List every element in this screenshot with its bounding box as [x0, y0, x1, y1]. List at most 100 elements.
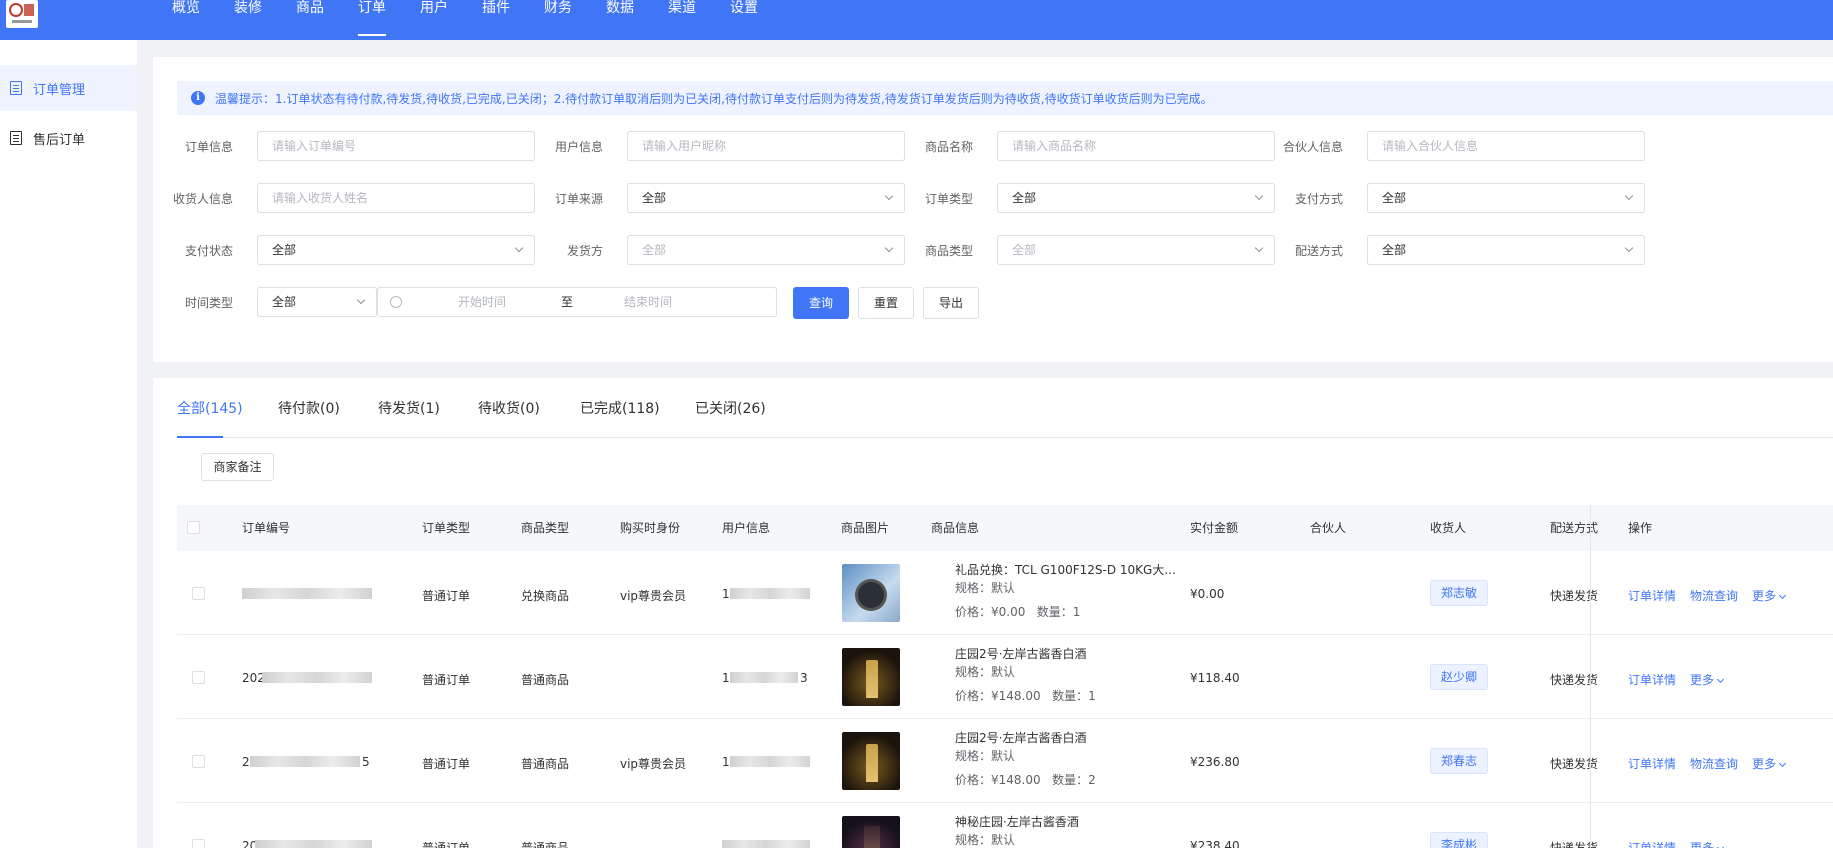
product-type-select[interactable]: 全部: [997, 235, 1275, 265]
row-checkbox[interactable]: [192, 839, 205, 848]
order-info-input[interactable]: 请输入订单编号: [257, 131, 535, 161]
product-name[interactable]: 庄园2号·左岸古酱香白酒: [955, 645, 1086, 662]
user-info-masked: [730, 588, 810, 599]
product-type: 普通商品: [521, 757, 570, 771]
chevron-down-icon: [1254, 191, 1264, 201]
sidebar-item-label: 订单管理: [33, 82, 86, 98]
select-all-checkbox[interactable]: [187, 521, 200, 534]
receiver-tag[interactable]: 郑志敏: [1430, 580, 1489, 606]
product-type: 普通商品: [521, 841, 570, 848]
chevron-down-icon: [884, 243, 894, 253]
pay-status-label: 支付状态: [184, 244, 233, 258]
row-checkbox[interactable]: [192, 755, 205, 768]
delivery-method-select[interactable]: 全部: [1367, 235, 1645, 265]
order-detail-link[interactable]: 订单详情: [1628, 755, 1676, 772]
order-source-select[interactable]: 全部: [627, 183, 905, 213]
active-tab-indicator: [177, 436, 223, 438]
product-image[interactable]: [842, 648, 900, 706]
nav-item-data[interactable]: 数据: [589, 0, 651, 40]
nav-item-overview[interactable]: 概览: [155, 0, 217, 40]
tab-closed[interactable]: 已关闭(26): [695, 398, 766, 418]
order-detail-link[interactable]: 订单详情: [1628, 587, 1676, 604]
nav-item-plugins[interactable]: 插件: [465, 0, 527, 40]
time-type-select[interactable]: 全部: [257, 287, 377, 317]
nav-item-settings[interactable]: 设置: [713, 0, 775, 40]
product-type: 普通商品: [521, 673, 570, 687]
chevron-down-icon: [1716, 675, 1725, 684]
table-row: 2 5 普通订单 普通商品 vip尊贵会员 1 庄园2号·左岸古酱香白酒 规格：…: [177, 719, 1833, 803]
receiver-tag[interactable]: 郑春志: [1430, 748, 1489, 774]
nav-item-channels[interactable]: 渠道: [651, 0, 713, 40]
product-image[interactable]: [842, 564, 900, 622]
user-info-prefix: 1: [722, 671, 730, 685]
nav-item-orders[interactable]: 订单: [341, 0, 403, 40]
nav-item-decoration[interactable]: 装修: [217, 0, 279, 40]
th-user-info: 用户信息: [722, 521, 771, 535]
pay-method-select[interactable]: 全部: [1367, 183, 1645, 213]
chevron-down-icon: [1254, 243, 1264, 253]
pay-status-select[interactable]: 全部: [257, 235, 535, 265]
product-type: 兑换商品: [521, 589, 570, 603]
product-type-label: 商品类型: [924, 244, 973, 258]
more-dropdown[interactable]: 更多: [1752, 755, 1787, 772]
user-info-masked: [730, 756, 810, 767]
status-tabs: 全部(145) 待付款(0) 待发货(1) 待收货(0) 已完成(118) 已关…: [177, 378, 1833, 438]
tab-pending-receipt[interactable]: 待收货(0): [478, 398, 540, 418]
range-separator: 至: [561, 295, 574, 309]
user-info-prefix: 1: [722, 587, 730, 601]
export-button[interactable]: 导出: [923, 287, 979, 319]
nav-item-users[interactable]: 用户: [403, 0, 465, 40]
order-detail-link[interactable]: 订单详情: [1628, 671, 1676, 688]
chevron-down-icon: [1624, 243, 1634, 253]
end-time-input[interactable]: 结束时间: [624, 288, 672, 316]
logistics-query-link[interactable]: 物流查询: [1690, 755, 1738, 772]
product-name[interactable]: 庄园2号·左岸古酱香白酒: [955, 729, 1086, 746]
tab-completed[interactable]: 已完成(118): [580, 398, 660, 418]
main-nav: 概览 装修 商品 订单 用户 插件 财务 数据 渠道 设置: [155, 0, 775, 40]
tip-text: 温馨提示：1.订单状态有待付款,待发货,待收货,已完成,已关闭；2.待付款订单取…: [215, 91, 1213, 106]
product-name[interactable]: 礼品兑换：TCL G100F12S-D 10KG大...: [955, 561, 1176, 578]
product-price-qty: 价格：¥148.00 数量：1: [955, 689, 1096, 703]
th-product-info: 商品信息: [931, 521, 980, 535]
order-type: 普通订单: [422, 841, 471, 848]
user-info-input[interactable]: 请输入用户昵称: [627, 131, 905, 161]
tab-all[interactable]: 全部(145): [177, 398, 243, 418]
partner-info-input[interactable]: 请输入合伙人信息: [1367, 131, 1645, 161]
order-detail-link[interactable]: 订单详情: [1628, 839, 1676, 848]
receiver-tag[interactable]: 李成彬: [1430, 832, 1489, 848]
user-info-prefix: 1: [722, 755, 730, 769]
more-dropdown[interactable]: 更多: [1752, 587, 1787, 604]
tab-pending-shipment[interactable]: 待发货(1): [378, 398, 440, 418]
th-partner: 合伙人: [1310, 521, 1347, 535]
reset-button[interactable]: 重置: [858, 287, 914, 319]
more-dropdown[interactable]: 更多: [1690, 671, 1725, 688]
receiver-tag[interactable]: 赵少卿: [1430, 664, 1489, 690]
sidebar-item-after-sales[interactable]: 售后订单: [0, 115, 137, 161]
row-checkbox[interactable]: [192, 587, 205, 600]
more-dropdown[interactable]: 更多: [1690, 839, 1725, 848]
logistics-query-link[interactable]: 物流查询: [1690, 587, 1738, 604]
paid-amount: ¥238.40: [1190, 839, 1240, 848]
sidebar-item-order-management[interactable]: 订单管理: [0, 65, 137, 111]
document-icon: [10, 81, 22, 95]
nav-item-finance[interactable]: 财务: [527, 0, 589, 40]
paid-amount: ¥118.40: [1190, 671, 1240, 685]
row-checkbox[interactable]: [192, 671, 205, 684]
date-range-picker[interactable]: 开始时间 至 结束时间: [377, 287, 777, 317]
delivery-method-label: 配送方式: [1294, 244, 1343, 258]
identity: vip尊贵会员: [620, 589, 687, 603]
merchant-note-button[interactable]: 商家备注: [201, 453, 274, 481]
product-name-input[interactable]: 请输入商品名称: [997, 131, 1275, 161]
user-info-masked: [730, 672, 798, 683]
order-type-select[interactable]: 全部: [997, 183, 1275, 213]
start-time-input[interactable]: 开始时间: [458, 288, 506, 316]
shipper-select[interactable]: 全部: [627, 235, 905, 265]
tab-pending-payment[interactable]: 待付款(0): [278, 398, 340, 418]
query-button[interactable]: 查询: [793, 287, 849, 319]
product-image[interactable]: [842, 816, 900, 848]
nav-item-products[interactable]: 商品: [279, 0, 341, 40]
product-image[interactable]: [842, 732, 900, 790]
receiver-info-input[interactable]: 请输入收货人姓名: [257, 183, 535, 213]
brand-logo[interactable]: [6, 0, 38, 28]
product-name[interactable]: 神秘庄园·左岸古酱香酒: [955, 813, 1079, 830]
